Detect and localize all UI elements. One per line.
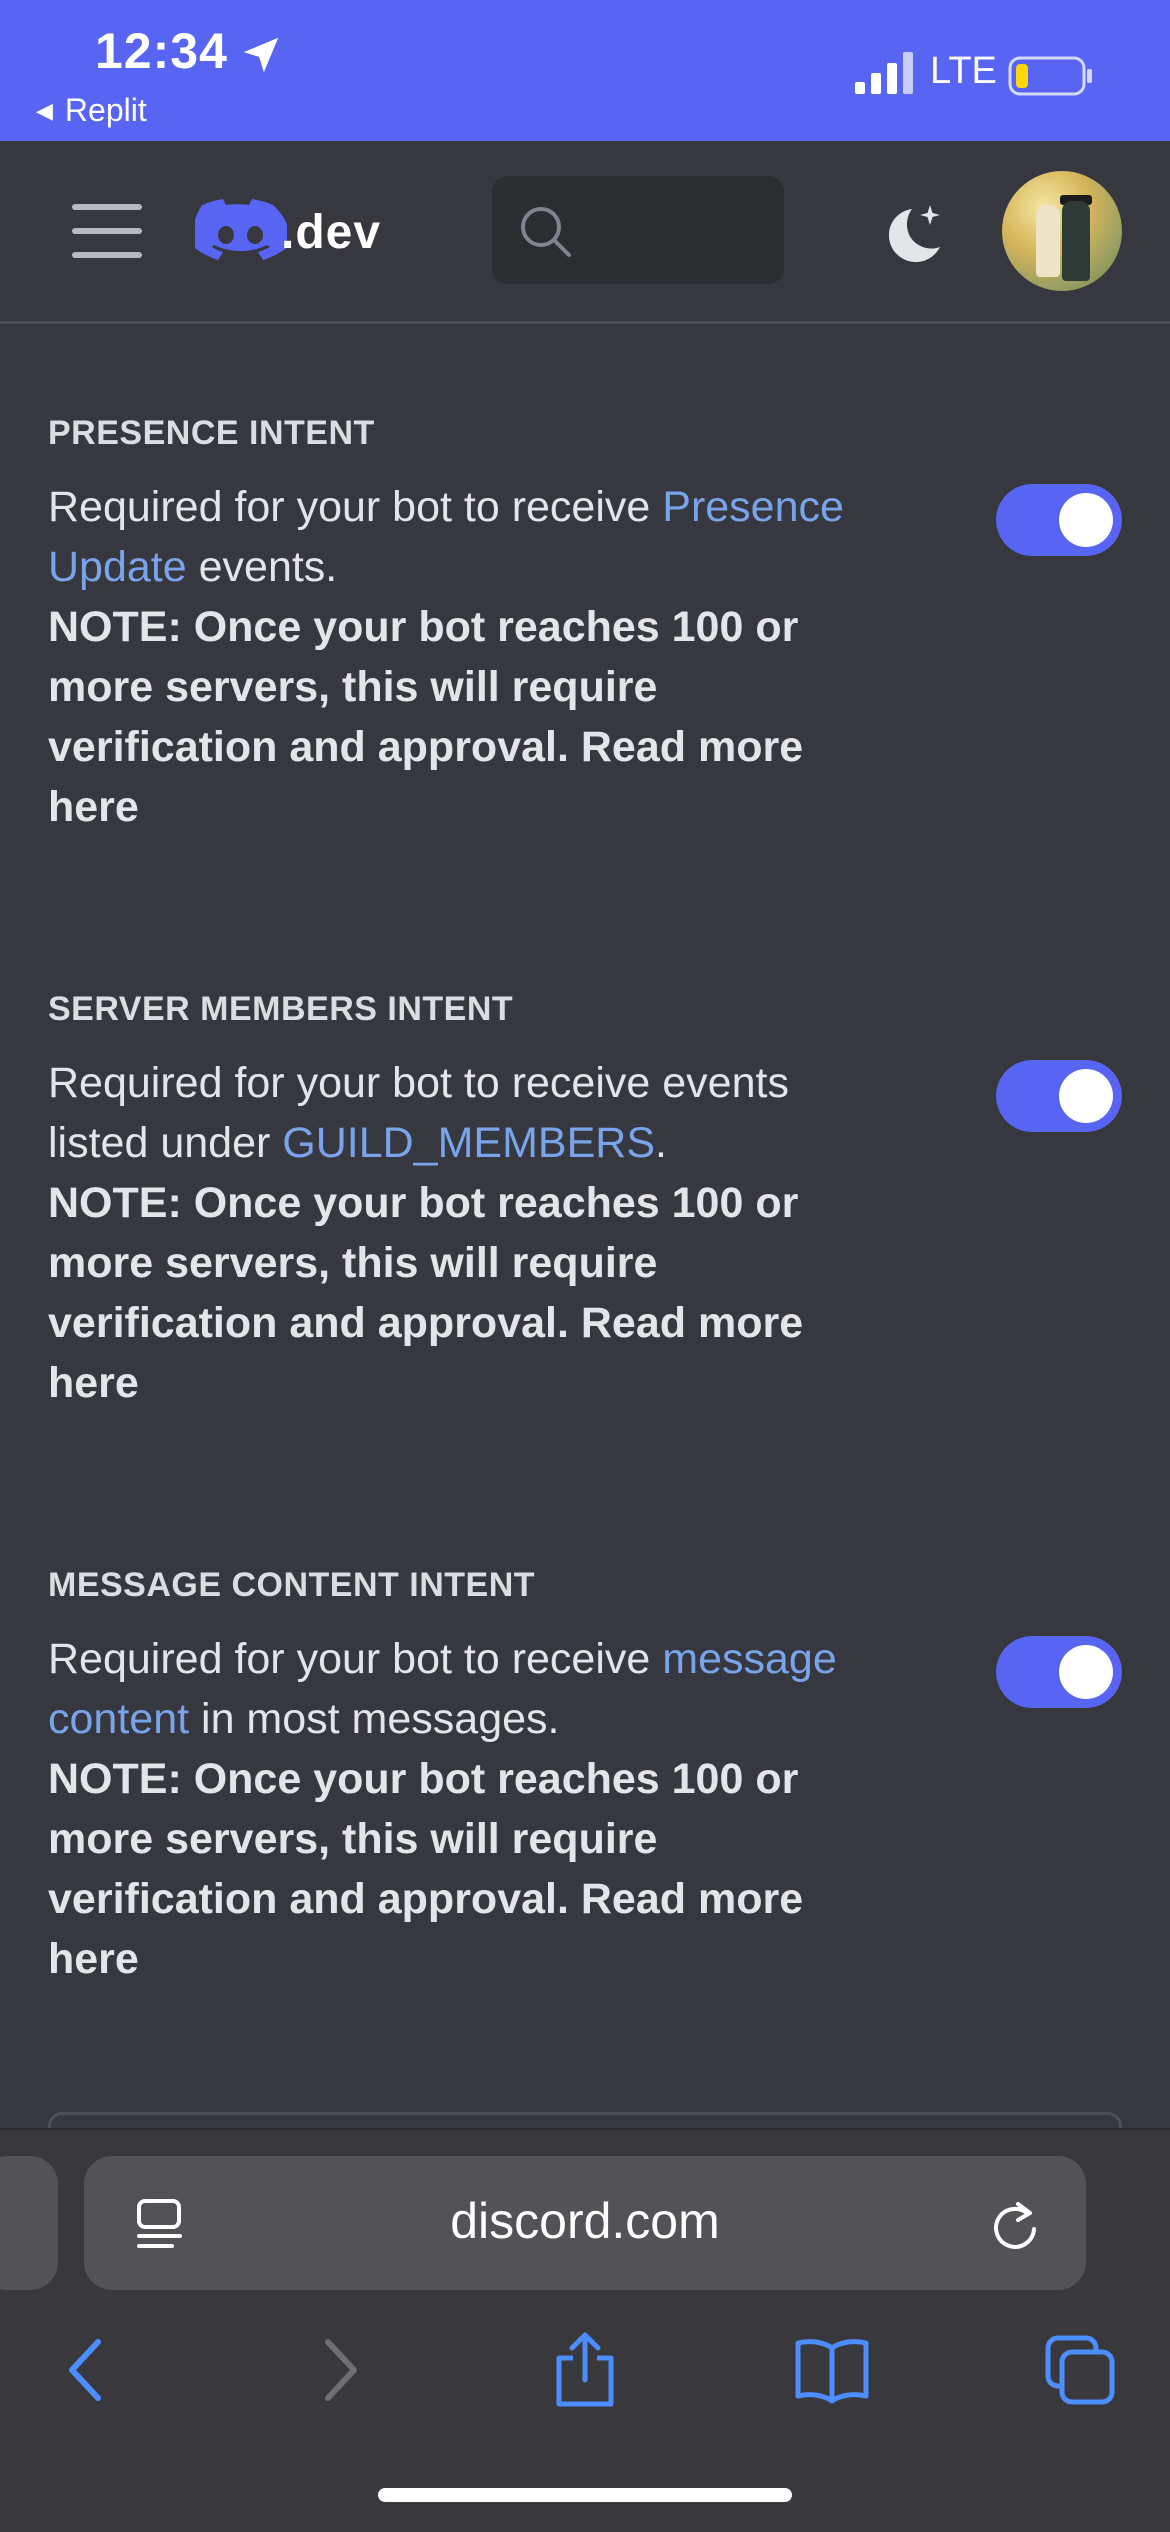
intent-title: PRESENCE INTENT <box>48 414 375 452</box>
presence-intent-toggle[interactable] <box>996 484 1122 556</box>
tabs-icon[interactable] <box>1040 2330 1120 2410</box>
app-header: .dev <box>0 141 1170 324</box>
intent-description: Required for your bot to receive Presenc… <box>48 483 844 831</box>
address-bar[interactable]: discord.com <box>84 2156 1086 2290</box>
intent-section-message-content: MESSAGE CONTENT INTENT Required for your… <box>48 1566 1122 1989</box>
intent-title: SERVER MEMBERS INTENT <box>48 990 514 1028</box>
status-bar: 12:34 ◀ Replit LTE <box>0 0 1170 141</box>
network-type: LTE <box>930 50 997 92</box>
moon-sparkle-icon[interactable] <box>882 201 948 267</box>
bookmarks-icon[interactable] <box>792 2330 872 2410</box>
back-to-app-link[interactable]: ◀ Replit <box>36 92 147 129</box>
intent-title: MESSAGE CONTENT INTENT <box>48 1566 536 1604</box>
guild-members-link[interactable]: GUILD_MEMBERS <box>282 1119 655 1167</box>
reload-icon[interactable] <box>990 2198 1040 2252</box>
url-text: discord.com <box>450 2193 720 2249</box>
discord-logo-icon <box>195 199 287 260</box>
intent-section-server-members: SERVER MEMBERS INTENT Required for your … <box>48 990 1122 1413</box>
avatar[interactable] <box>1002 171 1122 291</box>
logo-text: .dev <box>281 206 382 259</box>
home-indicator[interactable] <box>378 2488 792 2502</box>
location-arrow-icon <box>243 37 279 73</box>
intent-description: Required for your bot to receive events … <box>48 1059 804 1407</box>
back-app-label: Replit <box>64 92 147 128</box>
search-input[interactable] <box>492 176 784 284</box>
forward-arrow-icon[interactable] <box>298 2330 378 2410</box>
search-icon <box>521 207 571 257</box>
status-time: 12:34 <box>95 23 228 79</box>
previous-tab-preview[interactable] <box>0 2156 58 2290</box>
intent-description: Required for your bot to receive message… <box>48 1635 837 1983</box>
back-triangle-icon: ◀ <box>36 98 53 123</box>
cellular-signal-icon <box>855 52 913 94</box>
back-arrow-icon[interactable] <box>48 2330 128 2410</box>
discord-dev-logo[interactable]: .dev <box>195 197 405 269</box>
intent-section-presence: PRESENCE INTENT Required for your bot to… <box>48 414 1122 837</box>
battery-icon <box>1008 56 1092 96</box>
message-content-intent-toggle[interactable] <box>996 1636 1122 1708</box>
share-icon[interactable] <box>545 2330 625 2410</box>
browser-toolbar: discord.com <box>0 2128 1170 2532</box>
menu-icon[interactable] <box>72 204 142 258</box>
server-members-intent-toggle[interactable] <box>996 1060 1122 1132</box>
